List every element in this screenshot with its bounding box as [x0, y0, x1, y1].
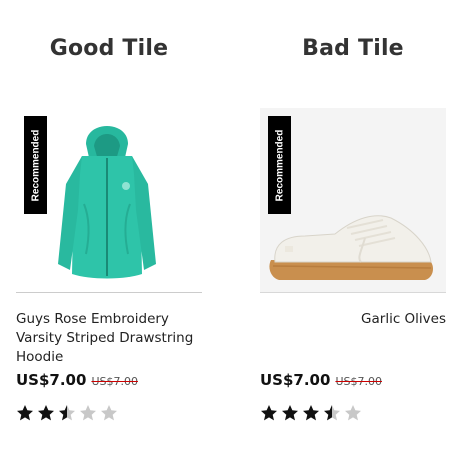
recommended-badge-label: Recommended — [30, 129, 41, 201]
sale-price: US$7.00 — [260, 371, 331, 389]
star-filled-icon — [281, 404, 299, 422]
star-filled-icon — [37, 404, 55, 422]
sneaker-image — [269, 215, 433, 280]
price-row: US$7.00 US$7.00 — [260, 371, 382, 389]
star-rating — [16, 404, 121, 422]
price-row: US$7.00 US$7.00 — [16, 371, 138, 389]
recommended-badge: Recommended — [268, 116, 291, 214]
recommended-badge: Recommended — [24, 116, 47, 214]
star-filled-icon — [16, 404, 34, 422]
star-empty-icon — [100, 404, 118, 422]
original-price: US$7.00 — [91, 375, 138, 388]
sale-price: US$7.00 — [16, 371, 87, 389]
product-image-area[interactable]: Recommended — [260, 108, 446, 293]
bad-tile-heading: Bad Tile — [302, 36, 404, 61]
star-filled-icon — [302, 404, 320, 422]
star-empty-icon — [344, 404, 362, 422]
recommended-badge-label: Recommended — [274, 129, 285, 201]
star-rating — [260, 404, 365, 422]
product-image-area[interactable]: Recommended — [16, 108, 202, 293]
good-tile-heading: Good Tile — [49, 36, 169, 61]
star-half-icon — [323, 404, 341, 422]
star-empty-icon — [79, 404, 97, 422]
star-filled-icon — [260, 404, 278, 422]
product-name-link[interactable]: Guys Rose Embroidery Varsity Striped Dra… — [16, 310, 202, 367]
original-price: US$7.00 — [335, 375, 382, 388]
star-half-icon — [58, 404, 76, 422]
hoodie-image — [58, 126, 156, 279]
product-name-link[interactable]: Garlic Olives — [260, 310, 446, 329]
